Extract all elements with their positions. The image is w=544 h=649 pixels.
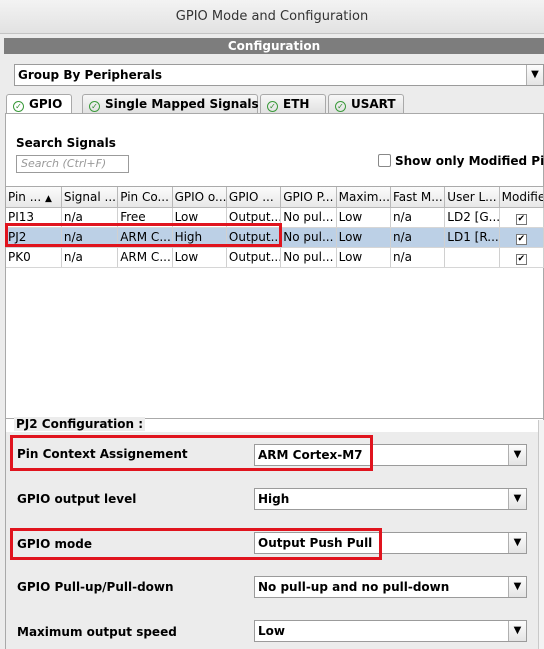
modified-checkbox[interactable]: ✔ (515, 253, 527, 265)
column-header-max-speed[interactable]: Maxim... (336, 187, 391, 208)
table-cell: No pul... (280, 247, 337, 268)
checkbox-icon[interactable] (378, 154, 391, 167)
table-cell: Output... (226, 207, 282, 228)
search-signals-label: Search Signals (16, 136, 116, 150)
column-header-gpio-pull[interactable]: GPIO P... (280, 187, 337, 208)
table-cell: Output... (226, 227, 282, 248)
chevron-down-icon[interactable]: ▼ (508, 489, 526, 509)
table-cell: Low (172, 247, 227, 268)
table-cell: PK0 (6, 247, 62, 268)
column-header-gpio-output[interactable]: GPIO o... (172, 187, 227, 208)
gpio-pull-label: GPIO Pull-up/Pull-down (17, 580, 174, 594)
table-cell: PJ2 (6, 227, 62, 248)
modified-checkbox[interactable]: ✔ (515, 213, 527, 225)
column-header-gpio-mode[interactable]: GPIO ... (226, 187, 282, 208)
modified-cell: ✔ (499, 227, 544, 248)
table-cell: No pul... (280, 227, 337, 248)
table-cell: Low (336, 207, 391, 228)
gpio-mode-dropdown[interactable]: Output Push Pull ▼ (254, 532, 527, 554)
modified-checkbox[interactable]: ✔ (515, 233, 527, 245)
table-header-row: Pin ... ▲ Signal ... Pin Co... GPIO o...… (6, 187, 544, 208)
column-header-modified[interactable]: Modified (499, 187, 544, 208)
column-header-pin[interactable]: Pin ... ▲ (6, 187, 62, 208)
check-circle-icon: ✓ (13, 101, 24, 112)
table-row[interactable]: PK0 n/a ARM C... Low Output... No pul...… (6, 247, 544, 268)
check-circle-icon: ✓ (335, 101, 346, 112)
check-circle-icon: ✓ (89, 101, 100, 112)
table-cell: ARM C... (117, 247, 173, 268)
max-output-speed-label: Maximum output speed (17, 625, 177, 639)
group-by-dropdown[interactable]: Group By Peripherals ▼ (14, 64, 544, 86)
gpio-pull-dropdown[interactable]: No pull-up and no pull-down ▼ (254, 576, 527, 598)
max-output-speed-dropdown[interactable]: Low ▼ (254, 620, 527, 642)
table-cell: LD2 [G... (444, 207, 500, 228)
chevron-down-icon[interactable]: ▼ (508, 533, 526, 553)
pin-table: Pin ... ▲ Signal ... Pin Co... GPIO o...… (6, 186, 544, 411)
pin-context-dropdown[interactable]: ARM Cortex-M7 ▼ (254, 444, 527, 466)
table-cell: n/a (390, 227, 446, 248)
table-cell: Low (172, 207, 227, 228)
table-cell: n/a (390, 247, 446, 268)
table-cell: LD1 [R... (444, 227, 500, 248)
vertical-scrollbar[interactable] (538, 420, 544, 649)
table-cell: PI13 (6, 207, 62, 228)
column-header-pin-context[interactable]: Pin Co... (117, 187, 173, 208)
gpio-output-level-dropdown[interactable]: High ▼ (254, 488, 527, 510)
table-cell: Free (117, 207, 173, 228)
table-cell: n/a (61, 227, 119, 248)
table-row-selected[interactable]: PJ2 n/a ARM C... High Output... No pul..… (6, 227, 544, 248)
pin-context-label: Pin Context Assignement (17, 447, 188, 461)
chevron-down-icon[interactable]: ▼ (526, 65, 543, 85)
chevron-down-icon[interactable]: ▼ (508, 621, 526, 641)
table-cell: n/a (390, 207, 446, 228)
table-cell: n/a (61, 247, 119, 268)
gpio-output-level-label: GPIO output level (17, 492, 137, 506)
configuration-header: Configuration (4, 38, 544, 54)
column-header-fast-mode[interactable]: Fast M... (390, 187, 446, 208)
table-cell: n/a (61, 207, 119, 228)
pin-configuration-title: PJ2 Configuration : (14, 417, 146, 431)
chevron-down-icon[interactable]: ▼ (508, 445, 526, 465)
tab-gpio[interactable]: ✓ GPIO (6, 94, 72, 114)
table-cell (444, 247, 500, 268)
check-circle-icon: ✓ (267, 101, 278, 112)
sort-ascending-icon: ▲ (45, 193, 52, 204)
table-row[interactable]: PI13 n/a Free Low Output... No pul... Lo… (6, 207, 544, 228)
search-input[interactable]: Search (Ctrl+F) (16, 155, 129, 173)
gpio-mode-label: GPIO mode (17, 537, 92, 551)
table-cell: Low (336, 227, 391, 248)
tab-eth[interactable]: ✓ ETH (260, 94, 326, 113)
modified-cell: ✔ (499, 207, 544, 228)
table-cell: No pul... (280, 207, 337, 228)
chevron-down-icon[interactable]: ▼ (508, 577, 526, 597)
show-modified-pins-checkbox[interactable]: Show only Modified Pins (378, 154, 544, 168)
table-cell: ARM C... (117, 227, 173, 248)
table-cell: Output... (226, 247, 282, 268)
tab-single-mapped-signals[interactable]: ✓ Single Mapped Signals (82, 94, 259, 113)
table-cell: High (172, 227, 227, 248)
modified-cell: ✔ (499, 247, 544, 268)
table-cell: Low (336, 247, 391, 268)
column-header-user-label[interactable]: User L... (444, 187, 500, 208)
window-title: GPIO Mode and Configuration (0, 0, 544, 34)
tab-usart[interactable]: ✓ USART (328, 94, 404, 113)
column-header-signal[interactable]: Signal ... (61, 187, 119, 208)
group-by-value: Group By Peripherals (18, 68, 162, 82)
